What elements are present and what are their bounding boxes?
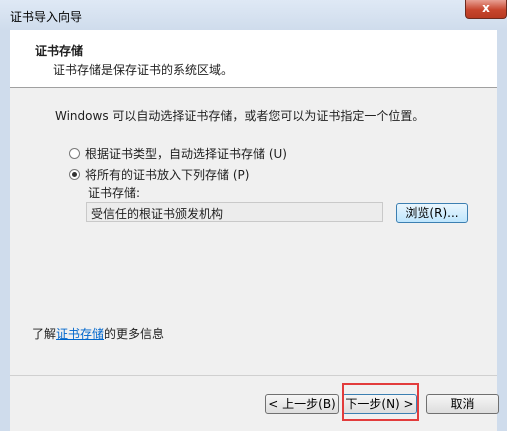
window-frame-left [0, 30, 10, 431]
browse-button[interactable]: 浏览(R)... [396, 203, 468, 223]
store-label: 证书存储: [88, 186, 141, 200]
intro-text: Windows 可以自动选择证书存储，或者您可以为证书指定一个位置。 [55, 109, 425, 123]
radio-manual-label: 将所有的证书放入下列存储 (P) [85, 168, 250, 182]
radio-auto-icon[interactable] [69, 148, 80, 159]
page-title: 证书存储 [35, 44, 84, 58]
page-description: 证书存储是保存证书的系统区域。 [53, 63, 234, 77]
window-frame-right [497, 30, 507, 431]
help-suffix: 的更多信息 [104, 327, 165, 341]
radio-auto-label: 根据证书类型，自动选择证书存储 (U) [85, 147, 287, 161]
help-link[interactable]: 证书存储 [56, 327, 104, 341]
help-text: 了解证书存储的更多信息 [32, 325, 164, 342]
radio-manual-store[interactable]: 将所有的证书放入下列存储 (P) [69, 166, 249, 183]
wizard-body: 证书存储 证书存储是保存证书的系统区域。 Windows 可以自动选择证书存储，… [10, 30, 499, 431]
window-title: 证书导入向导 [10, 10, 83, 24]
close-button[interactable]: x [465, 0, 507, 19]
footer-divider [10, 375, 497, 376]
radio-manual-icon[interactable] [69, 169, 80, 180]
radio-auto-select[interactable]: 根据证书类型，自动选择证书存储 (U) [69, 145, 287, 162]
back-button[interactable]: < 上一步(B) [265, 394, 339, 414]
cancel-button[interactable]: 取消 [426, 394, 499, 414]
help-prefix: 了解 [32, 327, 57, 341]
title-bar: 证书导入向导 x [0, 0, 507, 30]
store-field: 受信任的根证书颁发机构 [86, 202, 383, 222]
wizard-header: 证书存储 证书存储是保存证书的系统区域。 [10, 30, 497, 88]
next-button-highlight [342, 383, 419, 421]
